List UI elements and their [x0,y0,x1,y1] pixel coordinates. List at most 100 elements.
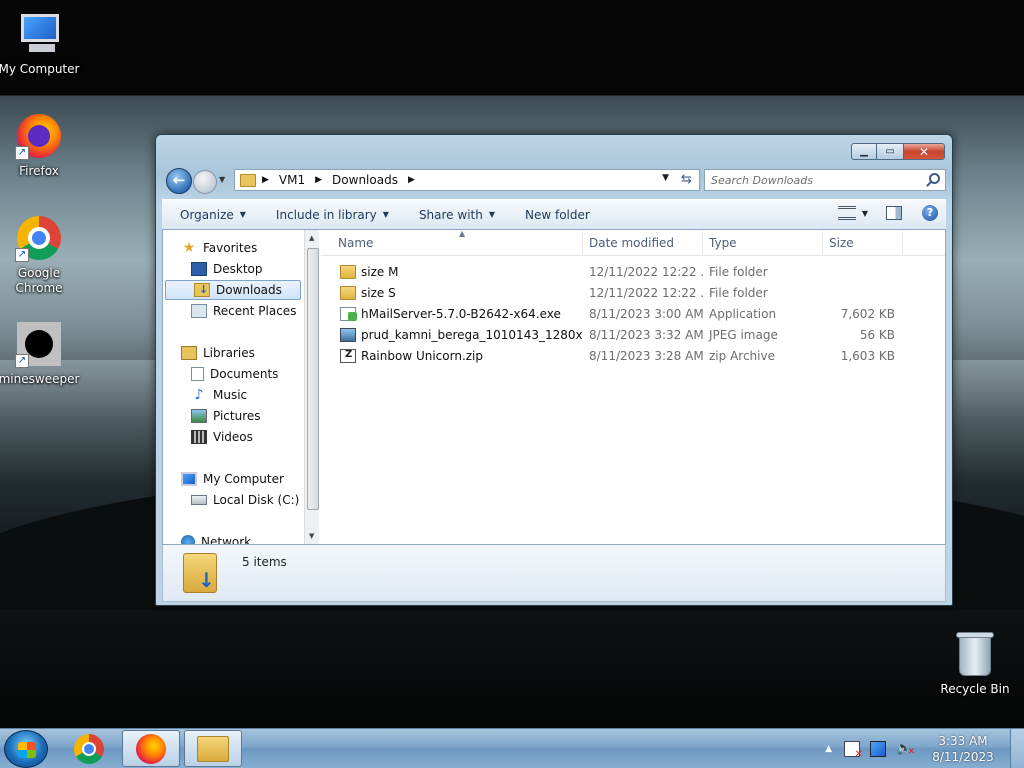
column-header-name[interactable]: ▲ Name [321,229,583,256]
show-hidden-icons-icon[interactable]: ▲ [825,744,832,754]
recent-pages-button[interactable]: ▼ [219,175,225,184]
share-with-button[interactable]: Share with ▼ [419,208,495,222]
nav-favorites[interactable]: ★ Favorites [163,238,301,258]
desktop-icon-minesweeper[interactable]: ↗ minesweeper [0,320,84,386]
desktop-icon-label: Google Chrome [15,266,63,295]
breadcrumb-item-downloads[interactable]: Downloads [332,173,398,187]
minimize-button[interactable]: ▁ [851,143,877,160]
file-row[interactable]: hMailServer-5.7.0-B2642-x64.exe 8/11/202… [321,303,903,324]
nav-local-disk[interactable]: Local Disk (C:) [163,490,301,510]
address-bar[interactable]: ▶ VM1 ▶ Downloads ▶ ▼ [234,169,700,191]
scroll-up-icon[interactable]: ▲ [309,234,314,242]
breadcrumb: ▶ VM1 ▶ Downloads ▶ [262,173,425,187]
nav-recent-places[interactable]: Recent Places [163,301,301,321]
computer-icon [181,472,197,486]
nav-scrollbar[interactable]: ▲ ▼ [304,230,319,544]
back-button[interactable]: ← [166,168,192,194]
taskbar-chrome[interactable] [60,730,118,767]
desktop-icon [191,262,207,276]
scrollbar-thumb[interactable] [307,248,319,510]
preview-pane-icon[interactable] [886,206,902,220]
desktop-icon-my-computer[interactable]: My Computer [0,10,84,76]
navigation-pane: ★ Favorites Desktop Downloads Recent Plac… [163,230,319,544]
computer-icon [15,10,63,58]
minimize-icon: ▁ [860,146,868,157]
refresh-icon: ⇆ [681,172,692,187]
column-label: Name [338,236,374,250]
address-history-dropdown[interactable]: ▼ [662,173,669,183]
star-icon: ★ [182,240,196,256]
network-icon [181,535,195,544]
desktop-icon-google-chrome[interactable]: ↗ Google Chrome [0,214,85,296]
nav-documents[interactable]: Documents [163,364,301,384]
column-header-date-modified[interactable]: Date modified [583,230,703,256]
file-row[interactable]: Rainbow Unicorn.zip 8/11/2023 3:28 AM zi… [321,345,903,366]
nav-music[interactable]: ♪ Music [163,385,301,405]
file-date: 8/11/2023 3:00 AM [589,306,703,321]
include-in-library-button[interactable]: Include in library ▼ [276,208,389,222]
recycle-bin-icon [951,630,999,678]
action-center-icon[interactable] [844,741,863,760]
file-name: size S [361,285,396,300]
nav-my-computer[interactable]: My Computer [163,469,301,489]
desktop-icon-recycle-bin[interactable]: Recycle Bin [930,630,1020,696]
nav-videos[interactable]: Videos [163,427,301,447]
nav-label: Local Disk (C:) [213,493,300,507]
file-name: size M [361,264,399,279]
folder-icon [197,735,229,762]
nav-label: Downloads [216,283,282,297]
nav-network[interactable]: Network [163,532,301,544]
taskbar-firefox[interactable] [122,730,180,767]
scroll-down-icon[interactable]: ▼ [309,532,314,540]
desktop-icon-label: My Computer [0,62,80,76]
search-box[interactable] [704,169,946,191]
chevron-down-icon: ▼ [382,210,389,219]
network-icon[interactable] [870,741,886,757]
close-button[interactable]: ✕ [903,143,945,160]
address-row: ← ▼ ▶ VM1 ▶ Downloads ▶ ▼ ⇆ [164,167,946,194]
file-row[interactable]: prud_kamni_berega_1010143_1280x720.jpg 8… [321,324,903,345]
nav-pictures[interactable]: Pictures [163,406,301,426]
arrow-left-icon: ← [172,171,186,189]
taskbar-explorer[interactable] [184,730,242,767]
folder-icon [340,264,356,279]
column-header-type[interactable]: Type [703,230,823,256]
firefox-icon: ↗ [15,112,63,160]
help-icon[interactable]: ? [922,205,938,221]
chevron-down-icon: ▼ [219,175,226,184]
chrome-icon: ↗ [15,214,63,262]
command-bar: Organize ▼ Include in library ▼ Share with… [162,199,946,229]
search-input[interactable] [705,170,915,190]
organize-button[interactable]: Organize ▼ [180,208,246,222]
volume-muted-icon[interactable]: 🔈 [896,741,915,760]
nav-libraries[interactable]: Libraries [163,343,301,363]
new-folder-button[interactable]: New folder [525,208,590,222]
maximize-button[interactable]: ▭ [877,143,903,160]
forward-button[interactable] [193,170,217,194]
folder-icon [340,285,356,300]
file-type: JPEG image [709,327,778,342]
chevron-down-icon[interactable]: ▼ [862,209,868,218]
column-header-size[interactable]: Size [823,230,903,256]
music-note-icon: ♪ [194,387,204,403]
file-date: 8/11/2023 3:28 AM [589,348,703,363]
desktop-icon-firefox[interactable]: ↗ Firefox [0,112,84,178]
clock[interactable]: 3:33 AM 8/11/2023 [922,733,1004,765]
file-size: 56 KB [859,327,895,342]
nav-desktop[interactable]: Desktop [163,259,301,279]
file-row[interactable]: size M 12/11/2022 12:22 ... File folder [321,261,903,282]
organize-label: Organize [180,207,234,222]
search-icon[interactable] [929,173,940,184]
breadcrumb-item-vm1[interactable]: VM1 [279,173,305,187]
explorer-window[interactable]: ▁ ▭ ✕ ← ▼ ▶ VM1 ▶ Downloads ▶ ▼ ⇆ Organi… [155,134,953,606]
chrome-icon [74,733,104,764]
file-date: 8/11/2023 3:32 AM [589,327,703,342]
start-button[interactable] [4,730,48,768]
nav-downloads[interactable]: Downloads [165,280,301,300]
view-details-icon[interactable] [837,206,856,220]
nav-label: Videos [213,430,253,444]
desktop-icon-label: Recycle Bin [940,682,1010,696]
show-desktop-button[interactable] [1010,729,1024,768]
refresh-button[interactable]: ⇆ [674,169,700,191]
file-row[interactable]: size S 12/11/2022 12:22 ... File folder [321,282,903,303]
